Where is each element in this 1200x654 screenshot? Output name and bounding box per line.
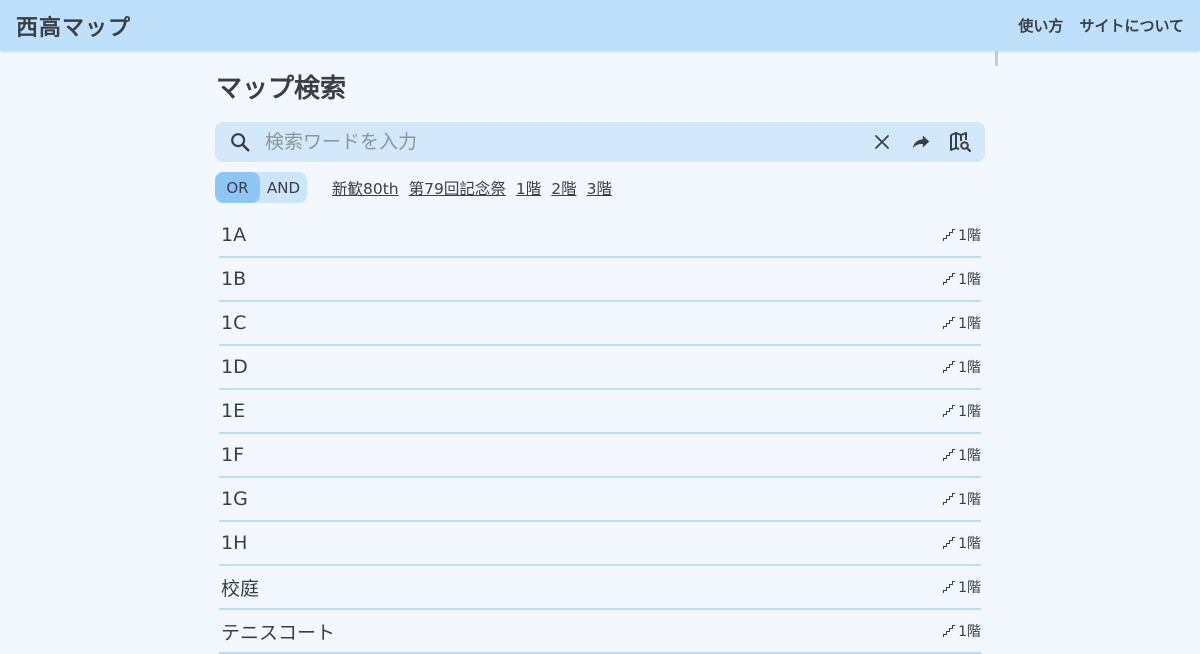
share-icon <box>910 131 932 153</box>
tag-link[interactable]: 1階 <box>516 177 541 199</box>
mode-option-and[interactable]: AND <box>260 172 307 203</box>
result-floor: 1階 <box>942 357 981 377</box>
result-row[interactable]: 校庭 1階 <box>219 566 981 610</box>
result-row[interactable]: 1B 1階 <box>219 258 981 302</box>
clear-icon <box>873 133 891 151</box>
map-search-icon <box>948 130 972 154</box>
result-row[interactable]: 1C 1階 <box>219 302 981 346</box>
floor-label: 1階 <box>958 580 981 596</box>
result-name: 1H <box>221 532 248 554</box>
result-row[interactable]: テニスコート 1階 <box>219 610 981 654</box>
floor-label: 1階 <box>958 624 981 640</box>
header-nav: 使い方 サイトについて <box>1018 15 1184 36</box>
floor-label: 1階 <box>958 492 981 508</box>
result-row[interactable]: 1F 1階 <box>219 434 981 478</box>
floor-label: 1階 <box>958 536 981 552</box>
result-name: 1B <box>221 268 247 290</box>
tag-link[interactable]: 新歓80th <box>332 177 399 199</box>
result-row[interactable]: 1H 1階 <box>219 522 981 566</box>
stairs-icon <box>943 625 956 637</box>
result-floor: 1階 <box>942 533 981 553</box>
result-floor: 1階 <box>942 313 981 333</box>
search-icon <box>227 129 253 155</box>
search-input[interactable] <box>265 131 856 153</box>
result-floor: 1階 <box>942 225 981 245</box>
result-floor: 1階 <box>942 489 981 509</box>
stairs-icon <box>943 405 956 417</box>
stairs-icon <box>943 493 956 505</box>
stairs-icon <box>943 229 956 241</box>
result-name: 1F <box>221 444 245 466</box>
stairs-icon <box>943 449 956 461</box>
page-title: マップ検索 <box>216 74 347 104</box>
share-button[interactable] <box>908 129 934 155</box>
result-row[interactable]: 1E 1階 <box>219 390 981 434</box>
floor-label: 1階 <box>958 360 981 376</box>
floor-label: 1階 <box>958 316 981 332</box>
main-content: マップ検索 OR AND 新歓80th 第79回記念祭 <box>215 51 985 654</box>
tag-link[interactable]: 第79回記念祭 <box>409 177 506 199</box>
stairs-icon <box>943 361 956 373</box>
stairs-icon <box>943 273 956 285</box>
floor-label: 1階 <box>958 404 981 420</box>
tag-list: 新歓80th 第79回記念祭 1階 2階 3階 <box>332 177 612 199</box>
result-floor: 1階 <box>942 577 981 597</box>
mode-option-or[interactable]: OR <box>215 172 260 203</box>
result-list: 1A 1階 1B 1階 1C 1階 1D 1階 1E 1階 1F 1階 1G 1… <box>215 214 981 654</box>
nav-link-about[interactable]: サイトについて <box>1079 15 1184 36</box>
tag-link[interactable]: 3階 <box>587 177 612 199</box>
result-floor: 1階 <box>942 269 981 289</box>
app-header: 西高マップ 使い方 サイトについて <box>0 0 1200 51</box>
result-name: 1E <box>221 400 246 422</box>
map-search-button[interactable] <box>947 129 973 155</box>
result-name: テニスコート <box>221 621 336 644</box>
floor-label: 1階 <box>958 228 981 244</box>
result-floor: 1階 <box>942 621 981 641</box>
floor-label: 1階 <box>958 272 981 288</box>
search-bar <box>215 122 985 162</box>
result-row[interactable]: 1D 1階 <box>219 346 981 390</box>
tag-link[interactable]: 2階 <box>551 177 576 199</box>
stairs-icon <box>943 317 956 329</box>
result-row[interactable]: 1A 1階 <box>219 214 981 258</box>
result-name: 校庭 <box>221 577 260 600</box>
mode-toggle: OR AND <box>215 172 307 203</box>
result-name: 1D <box>221 356 248 378</box>
result-floor: 1階 <box>942 401 981 421</box>
result-name: 1G <box>221 488 248 510</box>
clear-button[interactable] <box>869 129 895 155</box>
stairs-icon <box>943 581 956 593</box>
result-row[interactable]: 1G 1階 <box>219 478 981 522</box>
stairs-icon <box>943 537 956 549</box>
result-name: 1A <box>221 224 247 246</box>
nav-link-usage[interactable]: 使い方 <box>1018 15 1063 36</box>
result-name: 1C <box>221 312 247 334</box>
filter-row: OR AND 新歓80th 第79回記念祭 1階 2階 3階 <box>215 172 985 203</box>
site-title[interactable]: 西高マップ <box>16 10 131 42</box>
floor-label: 1階 <box>958 448 981 464</box>
scrollbar-thumb[interactable] <box>995 51 998 66</box>
result-floor: 1階 <box>942 445 981 465</box>
